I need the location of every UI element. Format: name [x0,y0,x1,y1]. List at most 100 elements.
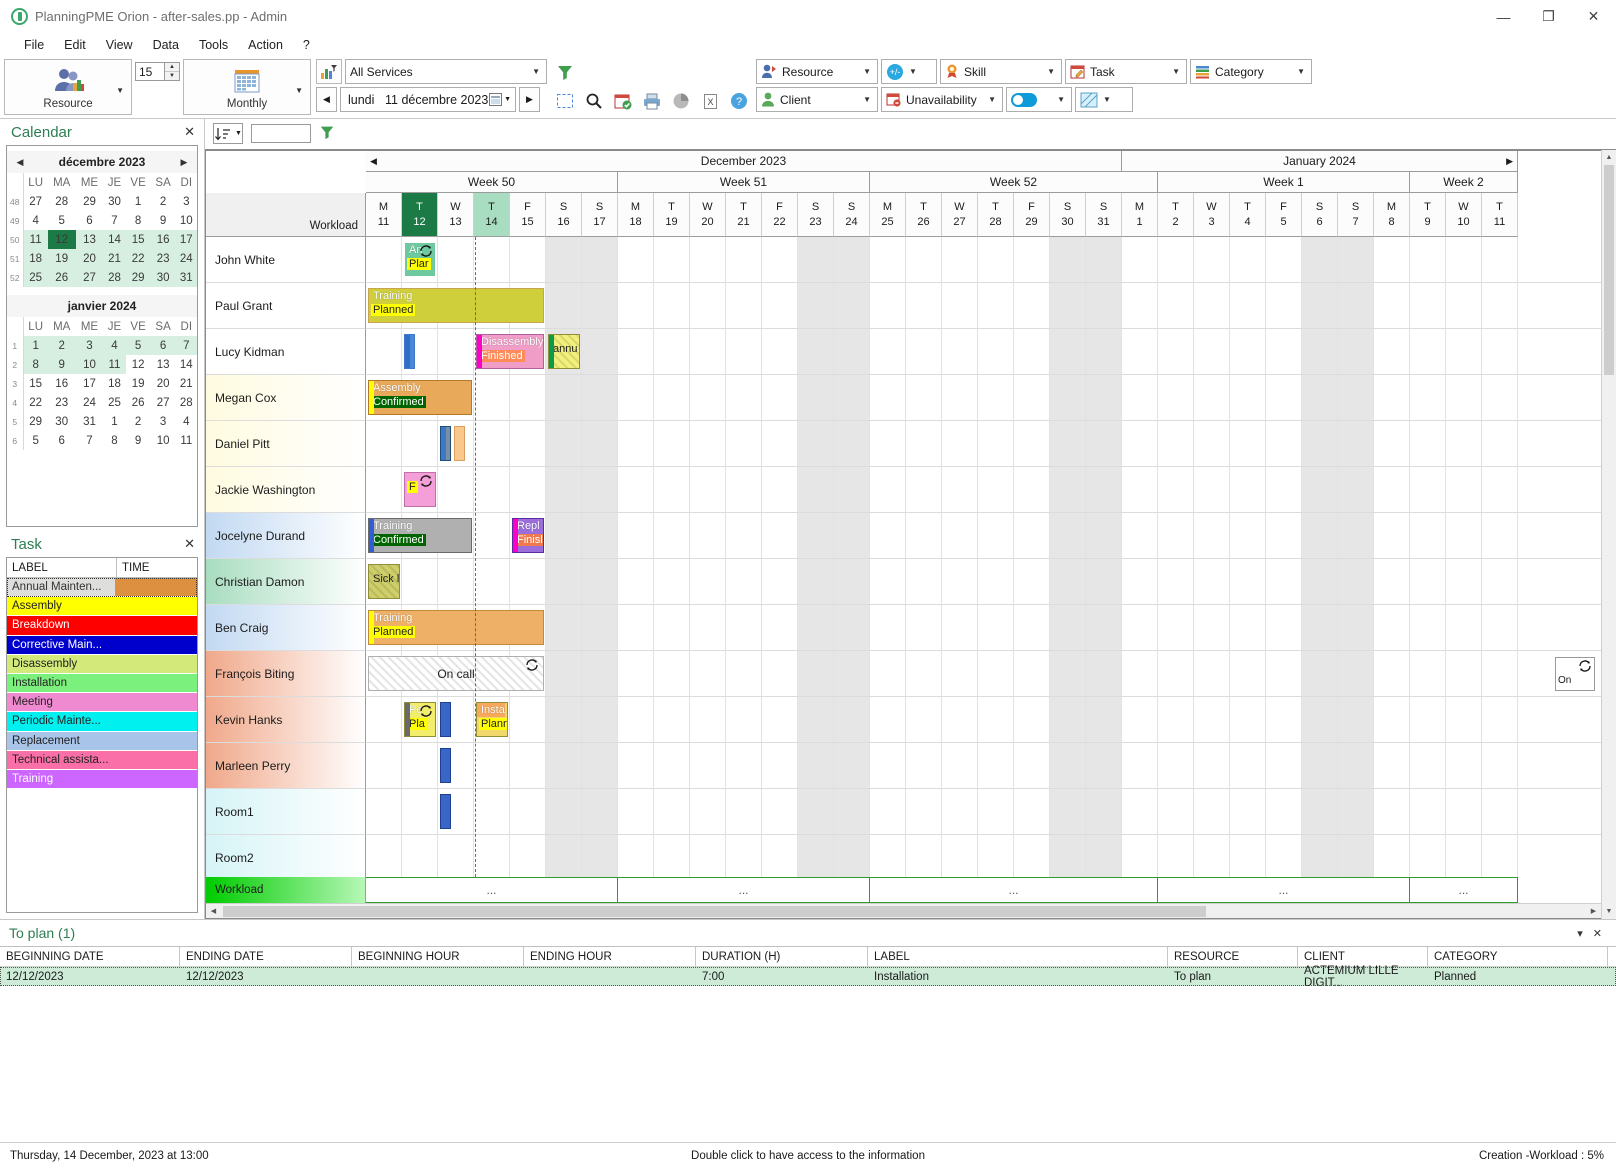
day-cell[interactable] [762,283,798,328]
calendar-day[interactable]: 26 [126,393,151,412]
day-cell[interactable] [510,559,546,604]
day-cell[interactable] [798,835,834,877]
schedule-event[interactable]: Assembly Confirmed [368,380,472,415]
day-cell[interactable] [834,283,870,328]
export-excel-icon[interactable]: X [697,88,723,114]
day-cell[interactable] [1266,697,1302,742]
day-cell[interactable] [654,421,690,466]
day-cell[interactable] [1374,513,1410,558]
day-cell[interactable] [1302,237,1338,282]
day-cell[interactable] [1446,789,1482,834]
day-cell[interactable] [942,605,978,650]
day-cell[interactable] [726,743,762,788]
day-cell[interactable] [1410,513,1446,558]
day-cell[interactable] [798,329,834,374]
day-cell[interactable] [1374,559,1410,604]
day-cell[interactable] [1194,743,1230,788]
resource-row[interactable]: Marleen Perry [206,743,1601,789]
resource-name-cell[interactable]: Room1 [206,789,366,835]
scroll-down-icon[interactable]: ▼ [1602,904,1616,919]
day-cell[interactable] [906,329,942,374]
day-cell[interactable] [1230,605,1266,650]
day-cell[interactable] [690,375,726,420]
resource-track[interactable]: Training Planned [366,283,1601,329]
day-cell[interactable] [1266,283,1302,328]
day-cell[interactable] [1122,283,1158,328]
day-cell[interactable] [1230,789,1266,834]
day-cell[interactable] [1266,605,1302,650]
day-cell[interactable] [1338,835,1374,877]
day-cell[interactable] [978,467,1014,512]
day-cell[interactable] [1158,651,1194,696]
day-cell[interactable] [870,421,906,466]
day-cell[interactable] [1338,513,1374,558]
day-cell[interactable] [402,559,438,604]
day-cell[interactable] [1122,605,1158,650]
day-cell[interactable] [654,789,690,834]
day-cell[interactable] [1482,743,1518,788]
resource-name-cell[interactable]: Christian Damon [206,559,366,605]
day-cell[interactable] [798,513,834,558]
schedule-event[interactable]: Pe Pla [404,702,436,737]
day-cell[interactable] [1014,789,1050,834]
schedule-event[interactable]: annu [548,334,580,369]
day-cell[interactable] [1482,789,1518,834]
day-cell[interactable] [1194,605,1230,650]
day-cell[interactable] [1446,651,1482,696]
calendar-day[interactable]: 12 [47,230,76,249]
next-period-button[interactable]: ▶ [519,87,540,112]
day-cell[interactable] [1302,283,1338,328]
schedule-event[interactable]: Training Confirmed [368,518,472,553]
day-cell[interactable] [978,835,1014,877]
day-header-cell[interactable]: S6 [1302,193,1338,237]
resource-name-cell[interactable]: Jocelyne Durand [206,513,366,559]
resource-name-cell[interactable]: Megan Cox [206,375,366,421]
day-cell[interactable] [474,835,510,877]
resource-row[interactable]: Room2 [206,835,1601,877]
day-cell[interactable] [1266,467,1302,512]
to-plan-column-header[interactable]: LABEL [868,947,1168,966]
calendar-day[interactable]: 16 [48,374,76,393]
day-cell[interactable] [546,651,582,696]
day-cell[interactable] [942,329,978,374]
day-cell[interactable] [474,467,510,512]
day-cell[interactable] [474,421,510,466]
day-cell[interactable] [1482,375,1518,420]
resource-name-cell[interactable]: Daniel Pitt [206,421,366,467]
to-plan-column-header[interactable]: BEGINNING DATE [0,947,180,966]
day-cell[interactable] [1410,329,1446,374]
day-cell[interactable] [762,513,798,558]
day-cell[interactable] [726,651,762,696]
day-cell[interactable] [942,651,978,696]
day-cell[interactable] [1122,513,1158,558]
day-header-cell[interactable]: T9 [1410,193,1446,237]
day-cell[interactable] [1158,697,1194,742]
calendar-picker-icon[interactable]: ▼ [489,93,515,106]
day-cell[interactable] [690,789,726,834]
day-cell[interactable] [1230,513,1266,558]
day-cell[interactable] [510,743,546,788]
day-cell[interactable] [1482,467,1518,512]
day-cell[interactable] [654,513,690,558]
calendar-month-grid[interactable]: LU MA ME JE VE SA DI 1 1 2 3 4 5 6 7 2 8 9 10 11 12 13 14 3 15 16… [7,317,197,450]
day-cell[interactable] [1050,467,1086,512]
schedule-event[interactable] [440,748,451,783]
day-header-cell[interactable]: M 18 [618,193,654,237]
scroll-months-left-icon[interactable]: ◀ [370,156,377,167]
task-legend-item[interactable]: Disassembly [7,654,197,674]
day-cell[interactable] [546,697,582,742]
day-cell[interactable] [1338,283,1374,328]
day-header-cell[interactable]: F 22 [762,193,798,237]
day-cell[interactable] [1302,513,1338,558]
calendar-day[interactable]: 5 [23,431,48,450]
day-cell[interactable] [1338,467,1374,512]
close-icon[interactable]: ✕ [1588,927,1607,940]
day-cell[interactable] [942,697,978,742]
day-cell[interactable] [1374,421,1410,466]
day-header-cell[interactable]: T 19 [654,193,690,237]
calendar-widget[interactable]: ◀ décembre 2023 ▶ LU MA ME JE VE SA DI 48 27 28 29 30 1… [6,145,198,527]
day-cell[interactable] [1230,283,1266,328]
day-cell[interactable] [798,651,834,696]
schedule-event[interactable] [404,334,415,369]
calendar-day[interactable]: 14 [176,355,197,374]
